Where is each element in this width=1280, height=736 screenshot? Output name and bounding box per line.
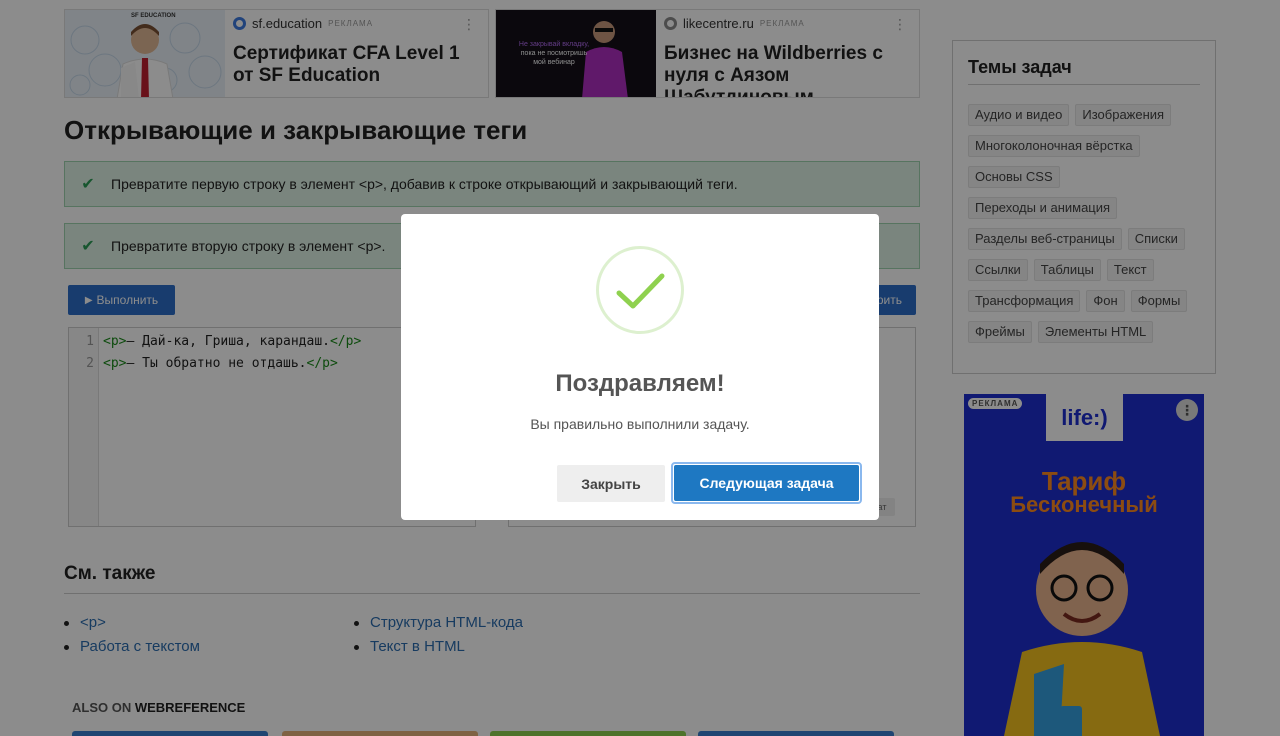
dialog-title: Поздравляем! xyxy=(555,370,725,397)
success-check-icon xyxy=(596,246,684,334)
close-button[interactable]: Закрыть xyxy=(557,465,665,502)
next-task-button[interactable]: Следующая задача xyxy=(671,462,862,504)
success-dialog: Поздравляем! Вы правильно выполнили зада… xyxy=(401,214,879,520)
dialog-text: Вы правильно выполнили задачу. xyxy=(530,416,750,432)
next-task-button-label: Следующая задача xyxy=(674,465,859,501)
